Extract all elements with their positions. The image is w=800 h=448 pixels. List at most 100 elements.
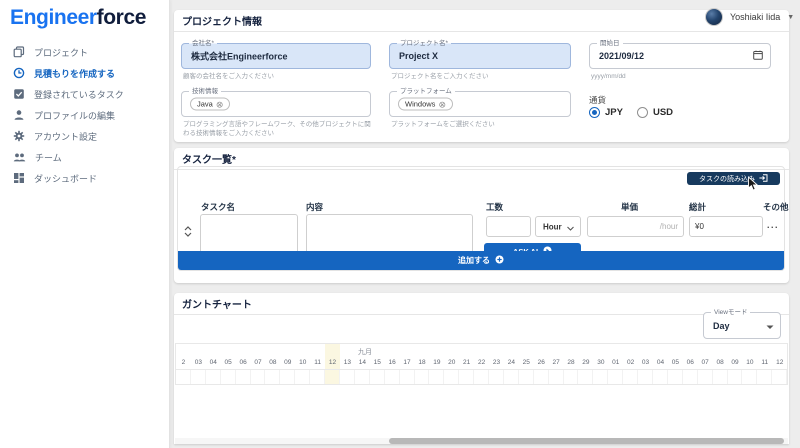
company-name-field[interactable]: 会社名* 株式会社Engineerforce [181, 43, 371, 69]
project-info-header: プロジェクト情報 [174, 10, 789, 32]
gantt-day-label: 08 [713, 357, 728, 368]
currency-usd-label: USD [653, 107, 673, 118]
col-effort: 工数 [486, 201, 503, 213]
gantt-grid-cell [638, 370, 653, 385]
gantt-day-label: 19 [429, 357, 444, 368]
gantt-day-label: 11 [310, 357, 325, 368]
project-name-field[interactable]: プロジェクト名* Project X [389, 43, 571, 69]
sidebar-item-label: チーム [35, 151, 62, 164]
gantt-timeline[interactable]: 九月 2030405060708091011121314151617181920… [175, 343, 788, 385]
gear-icon [13, 130, 25, 144]
gantt-grid-cell [578, 370, 593, 385]
chevron-down-icon [766, 317, 774, 335]
gantt-grid-cell [474, 370, 489, 385]
gantt-day-label: 2 [176, 357, 191, 368]
calendar-icon[interactable] [753, 47, 763, 65]
gantt-grid-cell [280, 370, 295, 385]
sidebar-item-projects[interactable]: プロジェクト [0, 42, 169, 63]
gantt-day-label: 26 [534, 357, 549, 368]
gantt-grid-cell [668, 370, 683, 385]
view-mode-select[interactable]: Viewモード Day [703, 312, 781, 339]
gantt-day-label: 12 [325, 357, 340, 368]
currency-label: 通貨 [589, 94, 606, 106]
gantt-grid-cell [698, 370, 713, 385]
gantt-day-label: 06 [236, 357, 251, 368]
load-tasks-button[interactable]: タスクの読み込み [687, 172, 780, 185]
gantt-grid-cell [340, 370, 355, 385]
project-name-value: Project X [399, 51, 438, 61]
gantt-day-label: 11 [757, 357, 772, 368]
task-table-frame: タスクの読み込み タスク名 内容 工数 単価 総計 その他 Hour ... A… [177, 166, 785, 271]
sidebar-item-dashboard[interactable]: ダッシュボード [0, 168, 169, 189]
gantt-hscrollbar-track[interactable] [175, 438, 788, 444]
gantt-day-label: 27 [549, 357, 564, 368]
sidebar-item-edit-profile[interactable]: プロファイルの編集 [0, 105, 169, 126]
gantt-grid-cell [295, 370, 310, 385]
gantt-grid-cell [236, 370, 251, 385]
sidebar-item-label: ダッシュボード [34, 172, 97, 185]
gantt-day-label: 22 [474, 357, 489, 368]
sidebar-item-registered-tasks[interactable]: 登録されているタスク [0, 84, 169, 105]
gantt-day-label: 12 [772, 357, 787, 368]
currency-option-jpy[interactable]: JPY [589, 107, 623, 118]
tech-info-field[interactable]: 技術情報 Java⊗ [181, 91, 371, 117]
gantt-day-label: 13 [340, 357, 355, 368]
gantt-grid-cell [370, 370, 385, 385]
sidebar-item-team[interactable]: チーム [0, 147, 169, 168]
effort-input[interactable] [486, 216, 531, 237]
gantt-day-label: 05 [668, 357, 683, 368]
gantt-day-label: 05 [221, 357, 236, 368]
avatar[interactable] [705, 8, 723, 26]
gantt-day-label: 30 [593, 357, 608, 368]
chip-delete-icon[interactable]: ⊗ [438, 100, 446, 108]
gantt-grid-cell [176, 370, 191, 385]
gantt-grid-cell [608, 370, 623, 385]
sidebar-menu: プロジェクト 見積もりを作成する 登録されているタスク プロファイルの編集 アカ… [0, 42, 169, 189]
sidebar-item-account-settings[interactable]: アカウント設定 [0, 126, 169, 147]
dashboard-icon [13, 172, 25, 186]
gantt-grid-cell [728, 370, 743, 385]
gantt-hscrollbar-thumb[interactable] [389, 438, 784, 444]
team-icon [13, 151, 26, 165]
app-logo: Engineerforce [10, 6, 146, 30]
gantt-day-label: 09 [280, 357, 295, 368]
gantt-grid-cell [355, 370, 370, 385]
effort-unit-select[interactable]: Hour [535, 216, 581, 237]
currency-option-usd[interactable]: USD [637, 107, 673, 118]
row-more-button[interactable]: ... [767, 220, 779, 230]
gantt-grid-row [176, 369, 787, 385]
gantt-day-label: 29 [578, 357, 593, 368]
start-date-field[interactable]: 開始日 2021/09/12 [589, 43, 771, 69]
gantt-grid-cell [385, 370, 400, 385]
sidebar-item-label: プロジェクト [34, 46, 88, 59]
sidebar-item-create-estimate[interactable]: 見積もりを作成する [0, 63, 169, 84]
user-menu[interactable]: Yoshiaki Iida ▼ [705, 5, 794, 29]
gantt-grid-cell [504, 370, 519, 385]
total-input[interactable] [689, 216, 763, 237]
import-icon [759, 174, 768, 184]
sidebar-item-label: 登録されているタスク [34, 88, 124, 101]
project-name-label: プロジェクト名* [397, 39, 451, 48]
add-task-button[interactable]: 追加する [178, 251, 784, 270]
tech-chip[interactable]: Java⊗ [190, 98, 230, 111]
chip-delete-icon[interactable]: ⊗ [216, 100, 224, 108]
gantt-grid-cell [206, 370, 221, 385]
unit-price-input[interactable] [587, 216, 684, 237]
gantt-day-label: 04 [653, 357, 668, 368]
drag-handle-icon[interactable] [184, 224, 192, 242]
gantt-day-label: 15 [370, 357, 385, 368]
platform-field[interactable]: プラットフォーム Windows⊗ [389, 91, 571, 117]
logo-text-primary: Engineer [10, 6, 97, 29]
gantt-day-label: 20 [444, 357, 459, 368]
radio-checked-icon[interactable] [589, 107, 600, 118]
gantt-day-label: 01 [608, 357, 623, 368]
gantt-days-row: 2030405060708091011121314151617181920212… [176, 357, 787, 368]
project-info-card: プロジェクト情報 会社名* 株式会社Engineerforce 顧客の会社名をご… [174, 10, 789, 142]
sidebar-item-label: アカウント設定 [34, 130, 97, 143]
radio-unchecked-icon[interactable] [637, 107, 648, 118]
gantt-grid-cell [549, 370, 564, 385]
platform-chip[interactable]: Windows⊗ [398, 98, 453, 111]
gantt-day-label: 21 [459, 357, 474, 368]
logo-text-secondary: force [97, 6, 146, 29]
gantt-grid-cell [593, 370, 608, 385]
